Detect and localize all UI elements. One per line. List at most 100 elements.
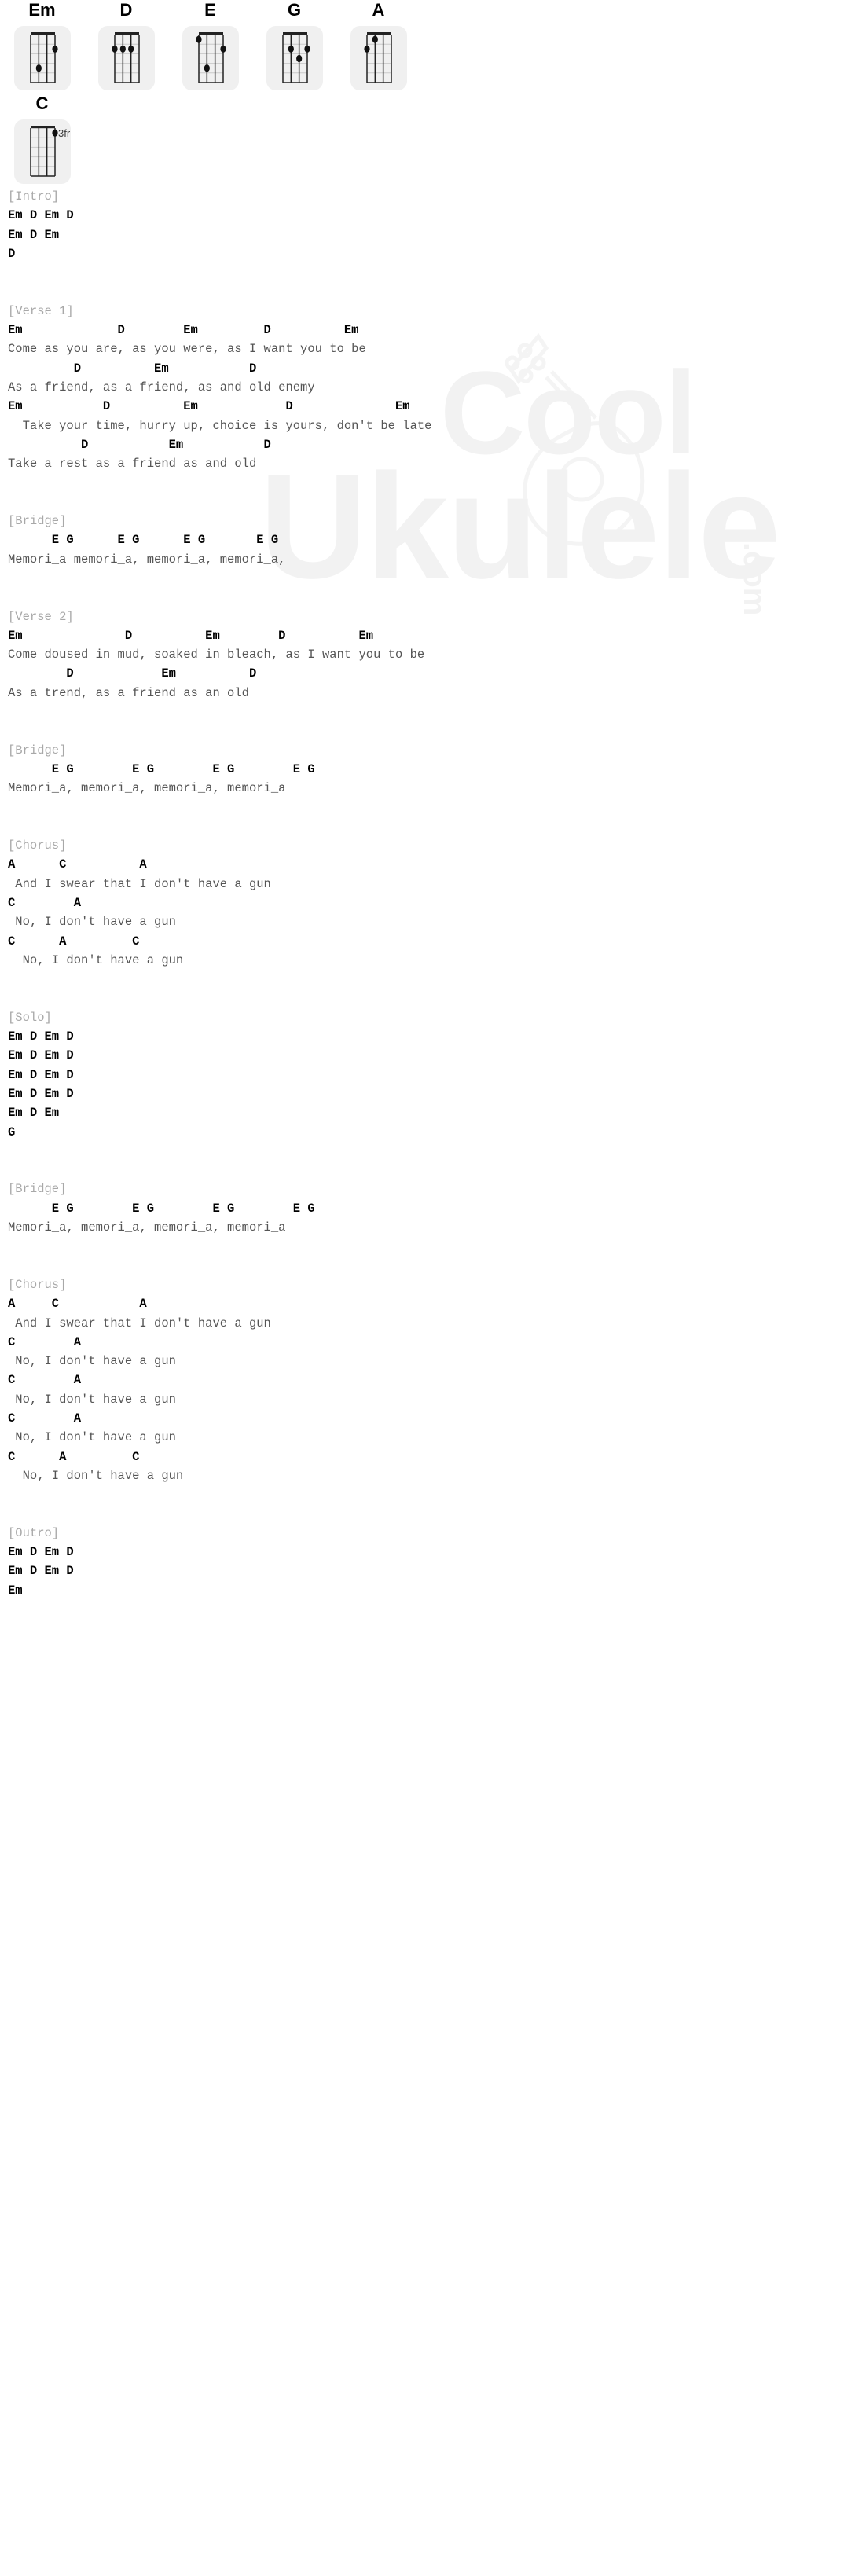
chord-line: C A C xyxy=(8,934,140,949)
song-section: [Bridge] E G E G E G E G Memori_a memori… xyxy=(8,512,844,607)
chord-diagram-g[interactable]: G xyxy=(252,0,336,90)
chord-name-label: D xyxy=(119,0,133,20)
song-sheet: [Intro] Em D Em D Em D Em D [Verse 1] Em … xyxy=(0,187,844,1619)
section-label: [Chorus] xyxy=(8,838,67,853)
section-label: [Chorus] xyxy=(8,1277,67,1292)
lyric-line: And I swear that I don't have a gun xyxy=(8,876,271,891)
chord-grid xyxy=(350,26,407,90)
chord-line: A C A xyxy=(8,857,147,872)
section-label: [Outro] xyxy=(8,1525,60,1540)
chord-line: D Em D xyxy=(8,361,257,376)
chord-line: Em D Em xyxy=(8,227,60,242)
chord-line: G xyxy=(8,1125,16,1139)
section-block: [Verse 1] Em D Em D Em Come as you are, … xyxy=(8,302,844,474)
lyric-line: No, I don't have a gun xyxy=(8,1430,176,1445)
chord-name-label: E xyxy=(204,0,216,20)
chord-row: Em D E G A xyxy=(0,0,844,94)
chord-grid xyxy=(97,26,155,90)
chord-diagram-d[interactable]: D xyxy=(84,0,168,90)
section-block: [Outro] Em D Em D Em D Em D Em xyxy=(8,1524,844,1600)
song-section: [Chorus] A C A And I swear that I don't … xyxy=(8,836,844,1008)
chord-row: C 3fr xyxy=(0,94,844,187)
chord-line: C A xyxy=(8,1373,82,1388)
song-section: [Verse 2] Em D Em D Em Come doused in mu… xyxy=(8,607,844,741)
lyric-line: As a friend, as a friend, as and old ene… xyxy=(8,380,315,394)
section-block: [Chorus] A C A And I swear that I don't … xyxy=(8,836,844,970)
section-block: [Solo] Em D Em D Em D Em D Em D Em D Em … xyxy=(8,1008,844,1142)
chord-diagram-gallery: Em D E G A C 3fr xyxy=(0,0,844,187)
song-section: [Outro] Em D Em D Em D Em D Em xyxy=(8,1524,844,1619)
song-section: [Solo] Em D Em D Em D Em D Em D Em D Em … xyxy=(8,1008,844,1180)
chord-line: Em D Em D xyxy=(8,1048,74,1063)
chord-line: A C A xyxy=(8,1297,147,1312)
chord-diagram-e[interactable]: E xyxy=(168,0,252,90)
section-block: [Bridge] E G E G E G E G Memori_a memori… xyxy=(8,512,844,569)
chord-line: Em D Em D Em xyxy=(8,399,410,414)
chord-grid: 3fr xyxy=(13,119,71,184)
chord-line: Em D Em D Em xyxy=(8,628,374,643)
song-section: [Bridge] E G E G E G E G Memori_a, memor… xyxy=(8,741,844,836)
chord-line: Em D Em D xyxy=(8,1564,74,1579)
chord-name-label: C xyxy=(35,94,49,113)
lyric-line: No, I don't have a gun xyxy=(8,1468,184,1483)
chord-name-label: A xyxy=(372,0,385,20)
lyric-line: Come doused in mud, soaked in bleach, as… xyxy=(8,648,425,662)
chord-line: D xyxy=(8,246,16,261)
lyric-line: Memori_a, memori_a, memori_a, memori_a xyxy=(8,1220,286,1235)
lyric-line: Memori_a memori_a, memori_a, memori_a, xyxy=(8,552,286,567)
chord-line: Em D Em xyxy=(8,1106,60,1121)
section-block: [Bridge] E G E G E G E G Memori_a, memor… xyxy=(8,1180,844,1237)
svg-text:3fr: 3fr xyxy=(58,127,71,139)
section-block: [Bridge] E G E G E G E G Memori_a, memor… xyxy=(8,741,844,798)
lyric-line: Memori_a, memori_a, memori_a, memori_a xyxy=(8,781,286,796)
chord-line: Em xyxy=(8,1583,23,1598)
chord-line: C A xyxy=(8,1334,82,1349)
lyric-line: Come as you are, as you were, as I want … xyxy=(8,342,366,357)
chord-line: E G E G E G E G xyxy=(8,1201,315,1216)
section-block: [Verse 2] Em D Em D Em Come doused in mu… xyxy=(8,607,844,703)
chord-diagram-c[interactable]: C 3fr xyxy=(0,94,84,184)
chord-grid xyxy=(13,26,71,90)
section-label: [Verse 2] xyxy=(8,609,74,624)
chord-name-label: G xyxy=(287,0,302,20)
chord-grid xyxy=(266,26,323,90)
lyric-line: As a trend, as a friend as an old xyxy=(8,685,249,700)
lyric-line: No, I don't have a gun xyxy=(8,952,184,967)
chord-line: Em D Em D Em xyxy=(8,323,359,338)
lyric-line: And I swear that I don't have a gun xyxy=(8,1316,271,1330)
chord-line: E G E G E G E G xyxy=(8,533,279,548)
chord-line: C A C xyxy=(8,1449,140,1464)
chord-line: Em D Em D xyxy=(8,208,74,223)
song-section: [Intro] Em D Em D Em D Em D xyxy=(8,187,844,302)
section-label: [Bridge] xyxy=(8,1182,67,1197)
chord-line: E G E G E G E G xyxy=(8,761,315,776)
chord-diagram-a[interactable]: A xyxy=(336,0,420,90)
song-section: [Bridge] E G E G E G E G Memori_a, memor… xyxy=(8,1180,844,1275)
lyric-line: No, I don't have a gun xyxy=(8,1392,176,1407)
section-block: [Chorus] A C A And I swear that I don't … xyxy=(8,1275,844,1485)
chord-diagram-em[interactable]: Em xyxy=(0,0,84,90)
chord-line: D Em D xyxy=(8,666,257,681)
chord-line: Em D Em D xyxy=(8,1086,74,1101)
chord-line: Em D Em D xyxy=(8,1545,74,1560)
lyric-line: No, I don't have a gun xyxy=(8,1354,176,1369)
section-block: [Intro] Em D Em D Em D Em D xyxy=(8,187,844,263)
chord-grid xyxy=(182,26,239,90)
